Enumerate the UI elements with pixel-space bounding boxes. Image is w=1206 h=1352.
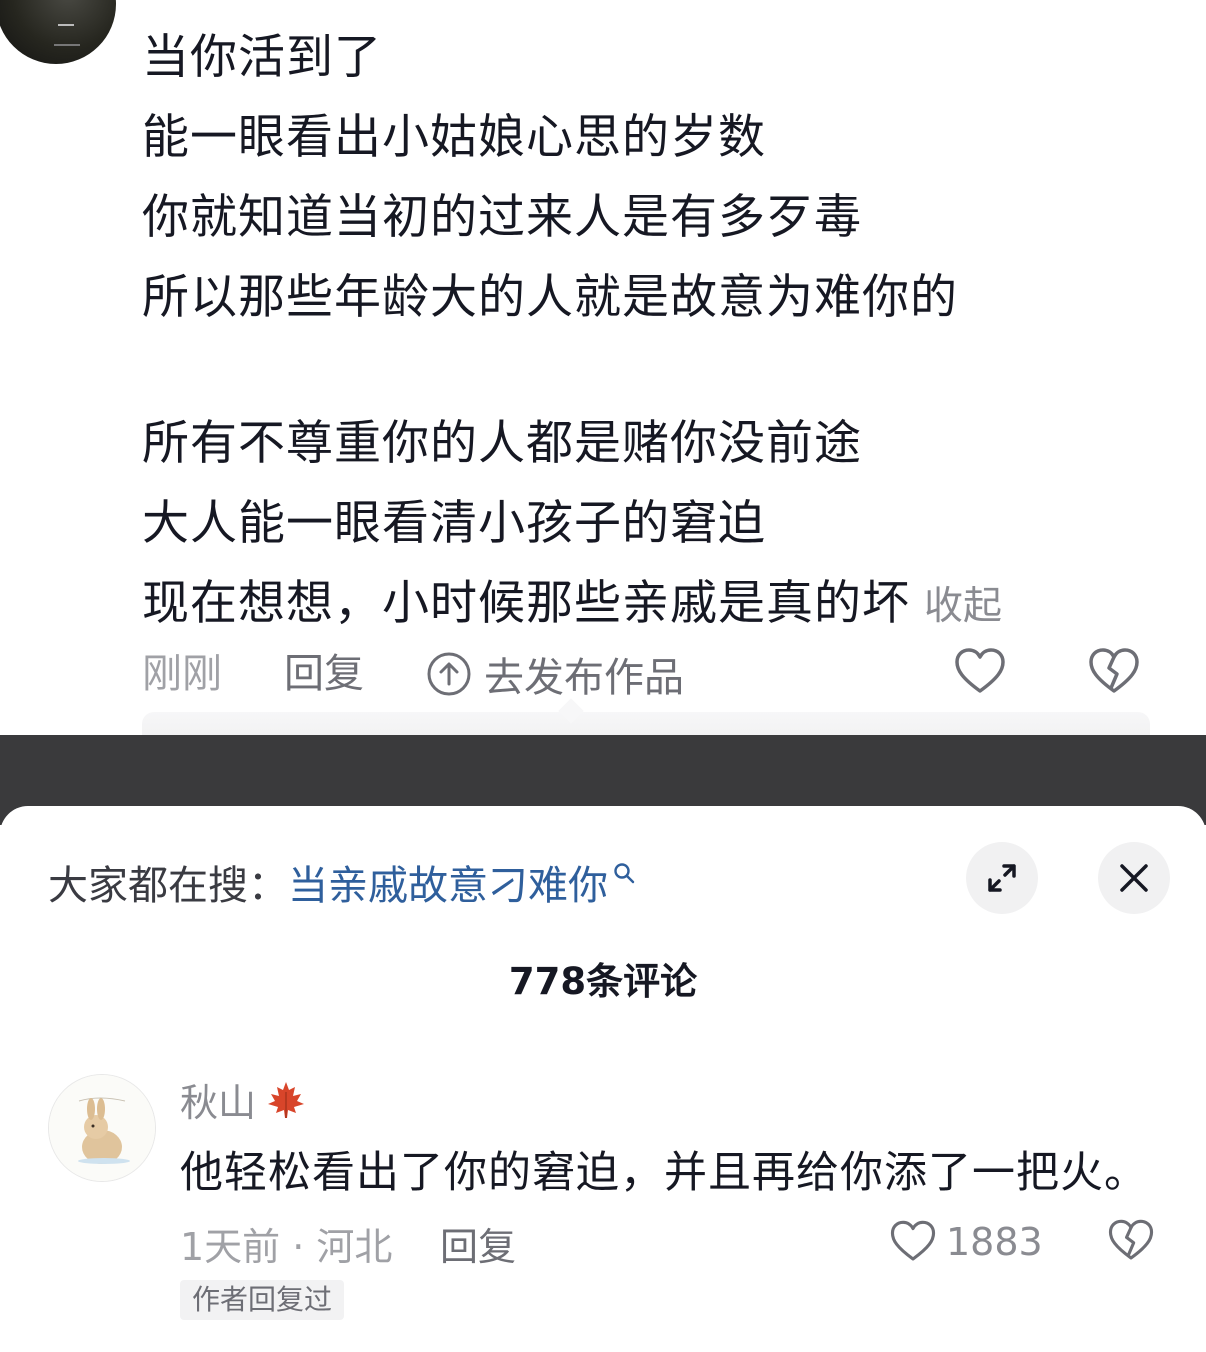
like-button[interactable]: 1883 <box>888 1214 1043 1270</box>
comment-actions: 刚刚 回复 去发布作品 <box>142 640 1152 704</box>
comment-body: 当你活到了 能一眼看出小姑娘心思的岁数 你就知道当初的过来人是有多歹毒 所以那些… <box>142 18 1142 644</box>
reply-button[interactable]: 回复 <box>440 1216 516 1271</box>
comment-count: 778条评论 <box>508 960 698 1003</box>
avatar[interactable] <box>48 1074 156 1182</box>
author-replied-badge: 作者回复过 <box>180 1280 345 1320</box>
comment-line: 当你活到了 <box>142 30 382 85</box>
comment-line: 现在想想，小时候那些亲戚是真的坏 <box>142 576 910 631</box>
broken-heart-icon[interactable] <box>1106 1216 1156 1266</box>
comment-line: 所以那些年龄大的人就是故意为难你的 <box>142 270 958 325</box>
trending-search[interactable]: 大家都在搜： 当亲戚故意刁难你 <box>48 852 636 912</box>
comment-time: 刚刚 <box>142 651 222 697</box>
reply-button[interactable]: 回复 <box>284 646 364 702</box>
like-count: 1883 <box>946 1220 1043 1264</box>
expand-button[interactable] <box>966 842 1038 914</box>
close-icon <box>1120 864 1148 892</box>
comment-line: 能一眼看出小姑娘心思的岁数 <box>142 110 766 165</box>
comment-line: 你就知道当初的过来人是有多歹毒 <box>142 190 862 245</box>
comment-author[interactable]: 秋山 <box>180 1072 308 1127</box>
publish-work-label: 去发布作品 <box>484 655 684 701</box>
avatar-mark <box>54 44 80 46</box>
upload-icon <box>427 652 471 696</box>
comment-spacer <box>142 338 1142 404</box>
heart-icon <box>890 1220 936 1261</box>
collapse-button[interactable]: 收起 <box>924 584 1002 629</box>
comments-sheet: 大家都在搜： 当亲戚故意刁难你 778条评论 秋山 他轻松看出了你的窘迫，并且再… <box>0 806 1206 1352</box>
close-button[interactable] <box>1098 842 1170 914</box>
comment-line: 大人能一眼看清小孩子的窘迫 <box>142 496 766 551</box>
publish-work-button[interactable]: 去发布作品 <box>426 644 684 704</box>
reply-divider <box>142 712 1150 736</box>
heart-icon[interactable] <box>952 644 1008 700</box>
comment-line-last: 现在想想，小时候那些亲戚是真的坏 收起 <box>142 564 1142 644</box>
comment-time-location: 1天前 · 河北 <box>180 1225 393 1269</box>
username: 秋山 <box>180 1081 257 1125</box>
trending-search-prefix: 大家都在搜： <box>48 863 288 909</box>
maple-leaf-icon <box>268 1081 305 1118</box>
broken-heart-icon[interactable] <box>1086 644 1142 700</box>
search-icon <box>614 863 635 884</box>
expanded-comment: 当你活到了 能一眼看出小姑娘心思的岁数 你就知道当初的过来人是有多歹毒 所以那些… <box>0 0 1206 736</box>
avatar[interactable] <box>0 0 116 64</box>
comment-line: 所有不尊重你的人都是赌你没前途 <box>142 416 862 471</box>
avatar-mark <box>58 24 74 30</box>
comment-text: 他轻松看出了你的窘迫，并且再给你添了一把火。 <box>180 1148 1148 1198</box>
expand-icon <box>988 864 1016 892</box>
rabbit-illustration <box>49 1075 155 1181</box>
trending-search-term[interactable]: 当亲戚故意刁难你 <box>288 853 608 911</box>
